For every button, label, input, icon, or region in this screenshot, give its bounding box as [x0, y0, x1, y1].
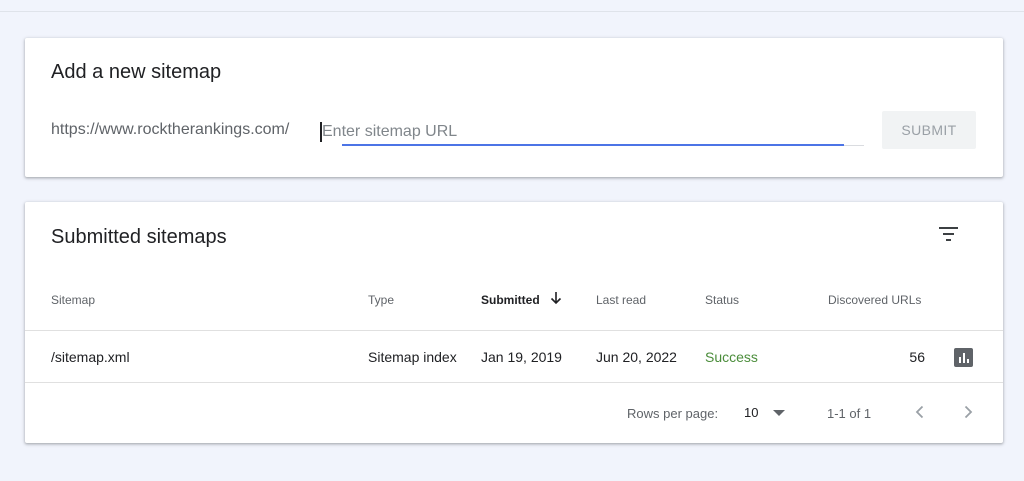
- column-header-last-read[interactable]: Last read: [596, 293, 646, 307]
- row-divider: [25, 382, 1003, 383]
- add-sitemap-card: Add a new sitemap https://www.rocktheran…: [25, 38, 1003, 177]
- submitted-sitemaps-title: Submitted sitemaps: [51, 226, 227, 248]
- column-header-submitted[interactable]: Submitted: [481, 293, 540, 307]
- top-divider: [0, 11, 1024, 12]
- dropdown-arrow-icon: [773, 410, 785, 416]
- chevron-right-icon[interactable]: [957, 401, 979, 423]
- sitemap-url-input[interactable]: [322, 118, 862, 146]
- cell-discovered-urls: 56: [909, 349, 925, 365]
- rows-per-page-value: 10: [744, 405, 759, 420]
- chevron-left-icon[interactable]: [909, 401, 931, 423]
- cell-last-read: Jun 20, 2022: [596, 349, 677, 365]
- cell-status: Success: [705, 349, 758, 365]
- column-header-status[interactable]: Status: [705, 293, 739, 307]
- column-header-sitemap[interactable]: Sitemap: [51, 293, 95, 307]
- cell-sitemap[interactable]: /sitemap.xml: [51, 349, 130, 365]
- rows-per-page-select[interactable]: 10: [743, 401, 791, 425]
- add-sitemap-title: Add a new sitemap: [51, 61, 222, 83]
- sort-arrow-down-icon[interactable]: [550, 291, 562, 305]
- cell-submitted: Jan 19, 2019: [481, 349, 562, 365]
- pagination-range: 1-1 of 1: [827, 406, 872, 421]
- filter-icon[interactable]: [939, 225, 961, 243]
- report-icon[interactable]: [954, 348, 973, 367]
- column-header-discovered-urls[interactable]: Discovered URLs: [828, 293, 921, 307]
- submitted-sitemaps-card: Submitted sitemaps Sitemap Type Submitte…: [25, 202, 1003, 443]
- submit-button[interactable]: SUBMIT: [882, 111, 976, 149]
- input-focus-underline: [342, 144, 844, 146]
- cell-type: Sitemap index: [368, 349, 457, 365]
- header-divider: [25, 330, 1003, 331]
- rows-per-page-label: Rows per page:: [627, 406, 719, 421]
- sitemap-url-prefix: https://www.rocktherankings.com/: [51, 121, 290, 138]
- column-header-type[interactable]: Type: [368, 293, 394, 307]
